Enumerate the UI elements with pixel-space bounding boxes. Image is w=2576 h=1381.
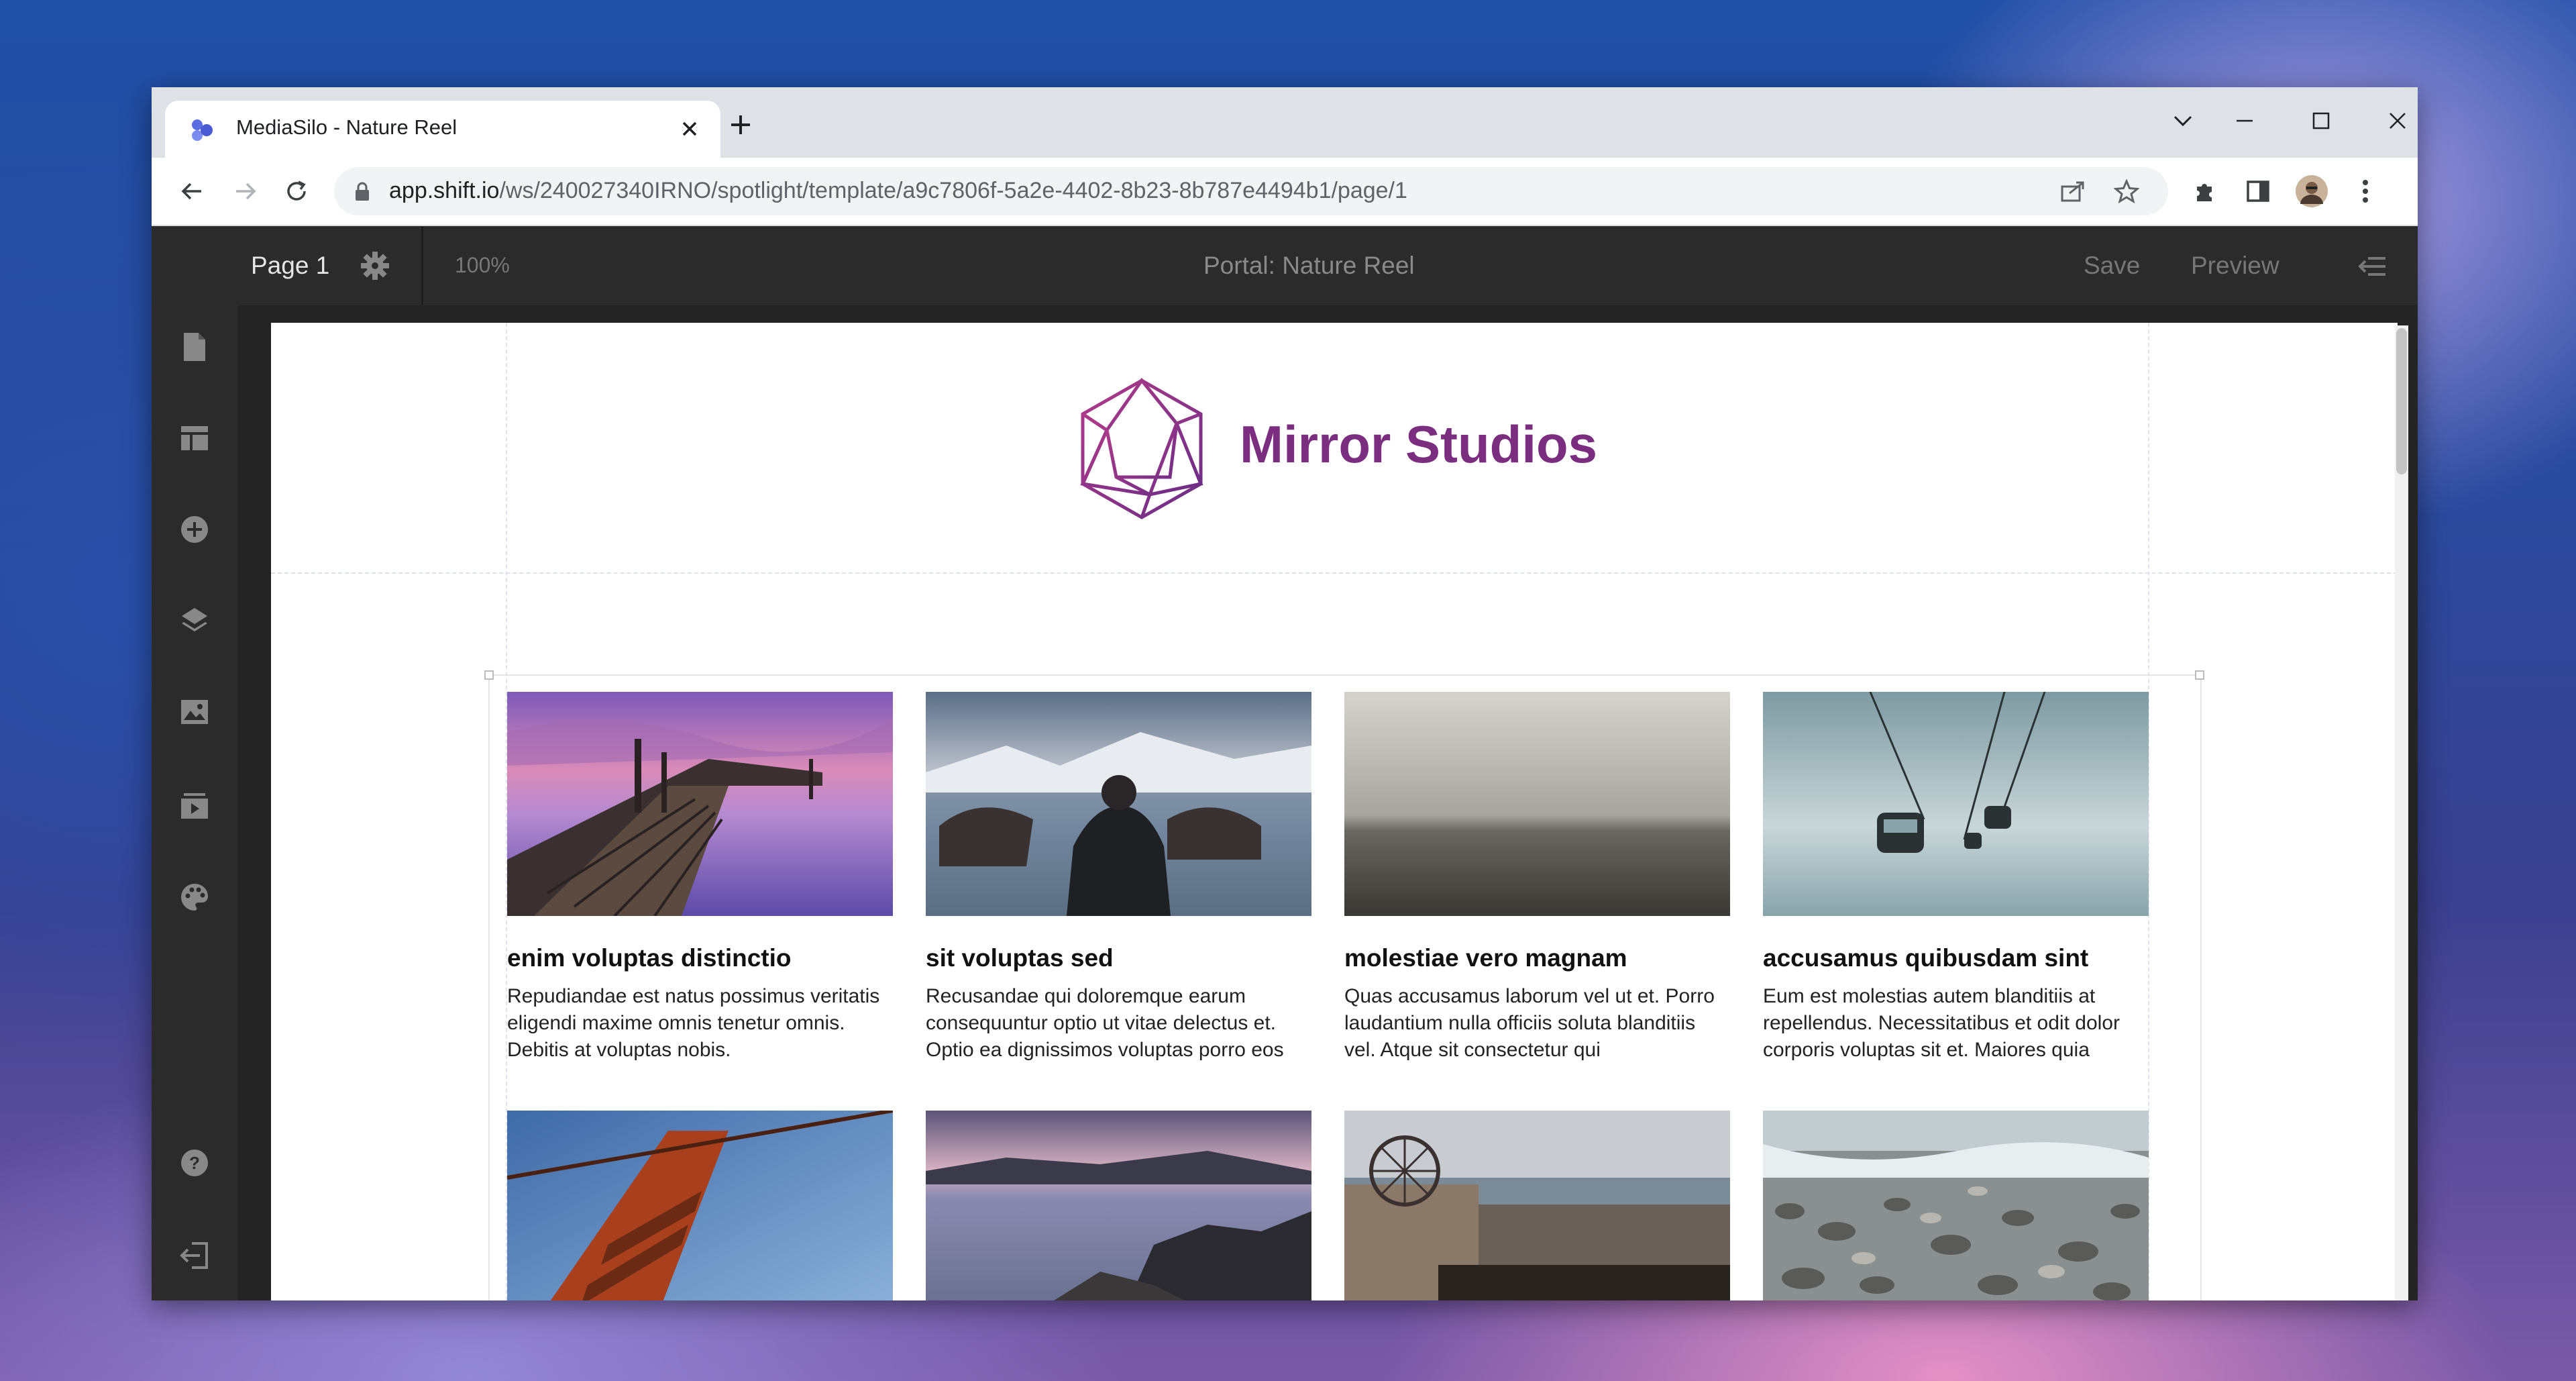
zoom-level[interactable]: 100%	[455, 253, 510, 278]
lock-icon	[356, 182, 369, 201]
tab-close-icon[interactable]	[674, 113, 706, 145]
thumbnail-pebbles[interactable]	[1763, 1111, 2149, 1300]
card-title[interactable]: enim voluptas distinctio	[507, 944, 792, 972]
layout-icon[interactable]	[177, 421, 212, 456]
extensions-puzzle-icon[interactable]	[2184, 171, 2224, 211]
exit-icon[interactable]	[177, 1238, 212, 1273]
page-settings-gear-icon[interactable]	[360, 250, 390, 281]
minimize-icon[interactable]	[2226, 102, 2263, 140]
card-description: Recusandae qui doloremque earum consequu…	[926, 985, 1284, 1061]
preview-button[interactable]: Preview	[2191, 252, 2279, 280]
scrollbar-thumb[interactable]	[2396, 328, 2407, 474]
header-divider	[421, 226, 423, 305]
add-circle-icon[interactable]	[177, 512, 212, 547]
thumbnail-bridge[interactable]	[507, 1111, 893, 1300]
canvas-scrollbar[interactable]	[2395, 325, 2408, 1300]
new-tab-plus-icon[interactable]	[722, 106, 759, 144]
resize-handle[interactable]	[484, 670, 494, 680]
palette-icon[interactable]	[177, 880, 212, 915]
forward-icon[interactable]	[225, 171, 266, 211]
url-host: app.shift.io	[389, 178, 500, 203]
collapse-panel-icon[interactable]	[2357, 254, 2387, 278]
browser-menu-icon[interactable]	[2345, 171, 2385, 211]
page-icon[interactable]	[177, 329, 212, 364]
editor-sidebar: ?	[152, 305, 237, 1300]
side-panel-icon[interactable]	[2238, 171, 2278, 211]
editor-header: Page 1 100% Portal: Nature Reel Save Pre…	[152, 226, 2418, 305]
resize-handle[interactable]	[2195, 670, 2204, 680]
card-description: Eum est molestias autem blanditiis at re…	[1763, 985, 2120, 1061]
save-button[interactable]: Save	[2084, 252, 2140, 280]
tab-strip: MediaSilo - Nature Reel	[152, 87, 2418, 158]
editor-canvas: Mirror Studios enim voluptas distinctio …	[237, 305, 2418, 1300]
browser-toolbar: app.shift.io/ws/240027340IRNO/spotlight/…	[152, 158, 2418, 226]
mediasilo-favicon-icon	[192, 119, 213, 141]
profile-avatar[interactable]	[2292, 171, 2332, 211]
image-icon[interactable]	[177, 695, 212, 729]
brand-logo-icon	[1080, 377, 1203, 519]
tab-search-chevron-icon[interactable]	[2164, 102, 2202, 140]
share-icon[interactable]	[2058, 176, 2088, 206]
page-selector[interactable]: Page 1	[251, 252, 329, 280]
thumbnail-foggy-sea[interactable]	[1344, 692, 1730, 916]
layers-icon[interactable]	[177, 603, 212, 638]
thumbnail-rocky-lake[interactable]	[926, 1111, 1311, 1300]
browser-tab[interactable]: MediaSilo - Nature Reel	[165, 101, 720, 158]
thumbnail-boardwalk[interactable]	[1344, 1111, 1730, 1300]
card-title[interactable]: sit voluptas sed	[926, 944, 1114, 972]
portal-title: Portal: Nature Reel	[1203, 252, 1415, 279]
thumbnail-pier-sunset[interactable]	[507, 692, 893, 916]
card-title[interactable]: accusamus quibusdam sint	[1763, 944, 2088, 972]
address-bar[interactable]: app.shift.io/ws/240027340IRNO/spotlight/…	[334, 167, 2168, 215]
card-title[interactable]: molestiae vero magnam	[1344, 944, 1627, 972]
thumbnail-man-lake[interactable]	[926, 692, 1311, 916]
maximize-icon[interactable]	[2302, 102, 2340, 140]
url-path: /ws/240027340IRNO/spotlight/template/a9c…	[499, 178, 1407, 203]
url-text: app.shift.io/ws/240027340IRNO/spotlight/…	[389, 178, 1407, 204]
card-description: Repudiandae est natus possimus veritatis…	[507, 985, 880, 1061]
thumbnail-cable-car[interactable]	[1763, 692, 2149, 916]
guide-line	[271, 572, 2398, 574]
bookmark-star-icon[interactable]	[2112, 176, 2141, 206]
card-description: Quas accusamus laborum vel ut et. Porro …	[1344, 985, 1715, 1061]
browser-window: MediaSilo - Nature Reel app.shift.io/ws/…	[152, 87, 2418, 1300]
media-icon[interactable]	[177, 788, 212, 823]
reload-icon[interactable]	[276, 171, 317, 211]
svg-text:?: ?	[189, 1153, 200, 1173]
close-window-icon[interactable]	[2379, 102, 2416, 140]
tab-title: MediaSilo - Nature Reel	[236, 115, 458, 139]
brand-name: Mirror Studios	[1240, 415, 1598, 474]
back-icon[interactable]	[172, 171, 212, 211]
editor-app: Page 1 100% Portal: Nature Reel Save Pre…	[152, 226, 2418, 1300]
page-preview[interactable]: Mirror Studios enim voluptas distinctio …	[271, 323, 2398, 1300]
help-icon[interactable]: ?	[177, 1145, 212, 1180]
